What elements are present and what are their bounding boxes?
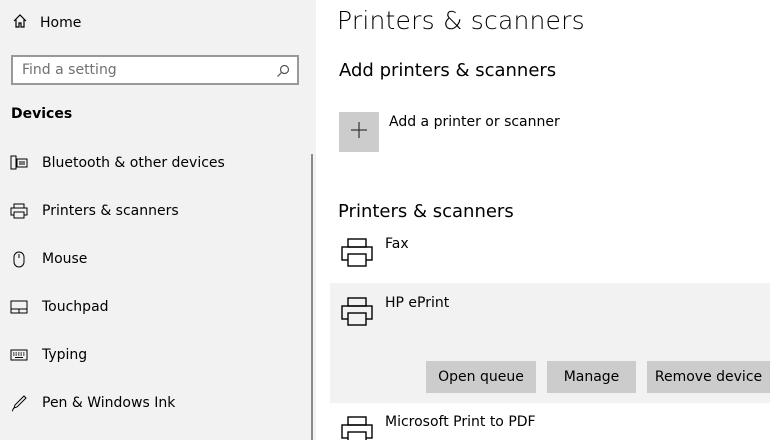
pdf-printer-icon	[340, 414, 374, 440]
remove-device-button[interactable]: Remove device	[647, 361, 770, 393]
manage-button[interactable]: Manage	[547, 361, 636, 393]
section-title-devices: Devices	[11, 106, 73, 122]
printer-name: Fax	[385, 236, 409, 252]
page-title: Printers & scanners	[337, 6, 585, 35]
keyboard-icon	[10, 346, 28, 364]
sidebar-item-typing[interactable]: Typing	[10, 343, 87, 367]
sidebar-item-label: Mouse	[42, 251, 88, 267]
mouse-icon	[10, 250, 28, 268]
pen-icon	[10, 394, 28, 412]
printer-icon	[10, 202, 28, 220]
add-printer-label[interactable]: Add a printer or scanner	[389, 114, 560, 130]
home-icon	[12, 13, 28, 33]
sidebar-item-bluetooth[interactable]: Bluetooth & other devices	[10, 151, 225, 175]
printers-section-heading: Printers & scanners	[338, 201, 514, 222]
touchpad-icon	[10, 298, 28, 316]
sidebar-item-mouse[interactable]: Mouse	[10, 247, 87, 271]
sidebar-item-printers[interactable]: Printers & scanners	[10, 199, 179, 223]
sidebar-item-label: Printers & scanners	[42, 203, 179, 219]
printer-icon	[340, 295, 374, 333]
printer-name: HP ePrint	[385, 295, 450, 311]
open-queue-button[interactable]: Open queue	[426, 361, 536, 393]
sidebar-scrollbar[interactable]	[311, 154, 313, 440]
search-icon[interactable]	[276, 63, 290, 82]
sidebar-item-label: Bluetooth & other devices	[42, 155, 225, 171]
search-input[interactable]	[13, 62, 263, 78]
home-label: Home	[40, 15, 82, 31]
sidebar-item-label: Pen & Windows Ink	[42, 395, 176, 411]
printer-item-fax[interactable]: Fax	[330, 232, 770, 278]
bluetooth-devices-icon	[10, 154, 28, 172]
search-box[interactable]	[11, 55, 299, 85]
sidebar-item-label: Typing	[42, 347, 88, 363]
sidebar-item-label: Touchpad	[42, 299, 109, 315]
sidebar: Home Devices Bluetooth & other devices P…	[0, 0, 316, 440]
add-printer-button[interactable]	[339, 112, 379, 152]
printer-item-hp-eprint[interactable]: HP ePrint Open queue Manage Remove devic…	[330, 283, 770, 403]
sidebar-item-touchpad[interactable]: Touchpad	[10, 295, 109, 319]
sidebar-item-pen[interactable]: Pen & Windows Ink	[10, 391, 175, 415]
printer-item-ms-pdf[interactable]: Microsoft Print to PDF	[330, 410, 770, 440]
main-content: Printers & scanners Add printers & scann…	[316, 0, 770, 440]
plus-icon	[350, 121, 368, 143]
home-nav[interactable]: Home	[12, 12, 81, 34]
printer-name: Microsoft Print to PDF	[385, 414, 536, 430]
printer-icon	[340, 236, 374, 274]
add-section-heading: Add printers & scanners	[339, 60, 557, 81]
